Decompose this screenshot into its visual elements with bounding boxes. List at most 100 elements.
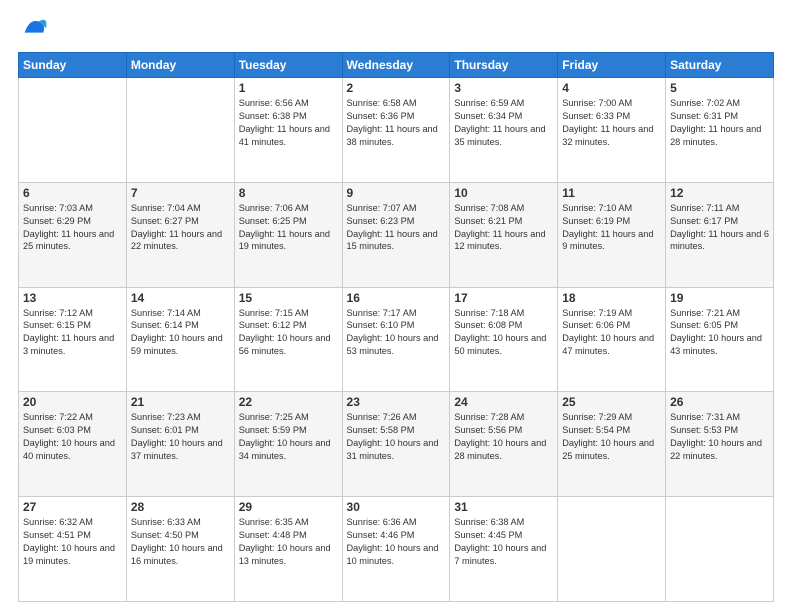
day-info: Sunrise: 7:22 AM Sunset: 6:03 PM Dayligh… (23, 411, 122, 463)
day-number: 21 (131, 395, 230, 409)
calendar-cell: 8Sunrise: 7:06 AM Sunset: 6:25 PM Daylig… (234, 182, 342, 287)
day-info: Sunrise: 7:12 AM Sunset: 6:15 PM Dayligh… (23, 307, 122, 359)
calendar-week-1: 1 Sunrise: 6:56 AM Sunset: 6:38 PM Daylig… (19, 78, 774, 183)
calendar-cell: 5Sunrise: 7:02 AM Sunset: 6:31 PM Daylig… (666, 78, 774, 183)
calendar-cell (558, 497, 666, 602)
day-number: 14 (131, 291, 230, 305)
day-info: Sunrise: 7:11 AM Sunset: 6:17 PM Dayligh… (670, 202, 769, 254)
calendar-cell: 10Sunrise: 7:08 AM Sunset: 6:21 PM Dayli… (450, 182, 558, 287)
day-number: 6 (23, 186, 122, 200)
day-info: Sunrise: 7:15 AM Sunset: 6:12 PM Dayligh… (239, 307, 338, 359)
day-header-saturday: Saturday (666, 53, 774, 78)
day-info: Sunrise: 7:18 AM Sunset: 6:08 PM Dayligh… (454, 307, 553, 359)
day-header-thursday: Thursday (450, 53, 558, 78)
day-number: 4 (562, 81, 661, 95)
calendar-cell: 24 Sunrise: 7:28 AM Sunset: 5:56 PM Dayli… (450, 392, 558, 497)
day-number: 17 (454, 291, 553, 305)
calendar-week-5: 27Sunrise: 6:32 AM Sunset: 4:51 PM Dayli… (19, 497, 774, 602)
day-info: Sunrise: 7:29 AM Sunset: 5:54 PM Dayligh… (562, 411, 661, 463)
calendar-cell: 20 Sunrise: 7:22 AM Sunset: 6:03 PM Dayli… (19, 392, 127, 497)
calendar-cell: 29Sunrise: 6:35 AM Sunset: 4:48 PM Dayli… (234, 497, 342, 602)
calendar-cell: 25 Sunrise: 7:29 AM Sunset: 5:54 PM Dayli… (558, 392, 666, 497)
day-info: Sunrise: 6:59 AM Sunset: 6:34 PM Dayligh… (454, 97, 553, 149)
calendar-header-row: SundayMondayTuesdayWednesdayThursdayFrid… (19, 53, 774, 78)
day-info: Sunrise: 7:14 AM Sunset: 6:14 PM Dayligh… (131, 307, 230, 359)
day-info: Sunrise: 6:33 AM Sunset: 4:50 PM Dayligh… (131, 516, 230, 568)
calendar-cell: 23 Sunrise: 7:26 AM Sunset: 5:58 PM Dayli… (342, 392, 450, 497)
day-number: 3 (454, 81, 553, 95)
day-number: 24 (454, 395, 553, 409)
day-number: 9 (347, 186, 446, 200)
calendar-cell: 4 Sunrise: 7:00 AM Sunset: 6:33 PM Daylig… (558, 78, 666, 183)
day-info: Sunrise: 7:26 AM Sunset: 5:58 PM Dayligh… (347, 411, 446, 463)
day-header-friday: Friday (558, 53, 666, 78)
calendar-cell: 3 Sunrise: 6:59 AM Sunset: 6:34 PM Daylig… (450, 78, 558, 183)
calendar-cell: 21 Sunrise: 7:23 AM Sunset: 6:01 PM Dayli… (126, 392, 234, 497)
day-info: Sunrise: 6:56 AM Sunset: 6:38 PM Dayligh… (239, 97, 338, 149)
day-number: 15 (239, 291, 338, 305)
day-number: 22 (239, 395, 338, 409)
day-number: 25 (562, 395, 661, 409)
calendar-table: SundayMondayTuesdayWednesdayThursdayFrid… (18, 52, 774, 602)
header (18, 18, 774, 42)
day-info: Sunrise: 6:35 AM Sunset: 4:48 PM Dayligh… (239, 516, 338, 568)
calendar-cell: 1 Sunrise: 6:56 AM Sunset: 6:38 PM Daylig… (234, 78, 342, 183)
day-number: 7 (131, 186, 230, 200)
calendar-cell: 19 Sunrise: 7:21 AM Sunset: 6:05 PM Dayli… (666, 287, 774, 392)
day-info: Sunrise: 7:21 AM Sunset: 6:05 PM Dayligh… (670, 307, 769, 359)
logo (18, 18, 48, 42)
day-info: Sunrise: 7:04 AM Sunset: 6:27 PM Dayligh… (131, 202, 230, 254)
day-number: 1 (239, 81, 338, 95)
day-info: Sunrise: 7:00 AM Sunset: 6:33 PM Dayligh… (562, 97, 661, 149)
day-number: 13 (23, 291, 122, 305)
calendar-cell: 28 Sunrise: 6:33 AM Sunset: 4:50 PM Dayli… (126, 497, 234, 602)
day-header-sunday: Sunday (19, 53, 127, 78)
calendar-cell (666, 497, 774, 602)
calendar-cell: 31Sunrise: 6:38 AM Sunset: 4:45 PM Dayli… (450, 497, 558, 602)
day-number: 23 (347, 395, 446, 409)
calendar-week-2: 6 Sunrise: 7:03 AM Sunset: 6:29 PM Daylig… (19, 182, 774, 287)
calendar-cell: 27Sunrise: 6:32 AM Sunset: 4:51 PM Dayli… (19, 497, 127, 602)
calendar-cell: 14 Sunrise: 7:14 AM Sunset: 6:14 PM Dayli… (126, 287, 234, 392)
day-number: 16 (347, 291, 446, 305)
day-header-wednesday: Wednesday (342, 53, 450, 78)
day-info: Sunrise: 7:25 AM Sunset: 5:59 PM Dayligh… (239, 411, 338, 463)
day-info: Sunrise: 6:58 AM Sunset: 6:36 PM Dayligh… (347, 97, 446, 149)
calendar-cell: 18 Sunrise: 7:19 AM Sunset: 6:06 PM Dayli… (558, 287, 666, 392)
day-number: 8 (239, 186, 338, 200)
calendar-cell: 15 Sunrise: 7:15 AM Sunset: 6:12 PM Dayli… (234, 287, 342, 392)
day-info: Sunrise: 7:03 AM Sunset: 6:29 PM Dayligh… (23, 202, 122, 254)
day-number: 11 (562, 186, 661, 200)
calendar-cell: 2 Sunrise: 6:58 AM Sunset: 6:36 PM Daylig… (342, 78, 450, 183)
calendar-cell (19, 78, 127, 183)
day-number: 28 (131, 500, 230, 514)
day-header-tuesday: Tuesday (234, 53, 342, 78)
day-number: 20 (23, 395, 122, 409)
day-number: 18 (562, 291, 661, 305)
calendar-cell: 17 Sunrise: 7:18 AM Sunset: 6:08 PM Dayli… (450, 287, 558, 392)
day-number: 12 (670, 186, 769, 200)
day-number: 19 (670, 291, 769, 305)
day-number: 31 (454, 500, 553, 514)
day-number: 30 (347, 500, 446, 514)
day-number: 2 (347, 81, 446, 95)
calendar-cell (126, 78, 234, 183)
page: SundayMondayTuesdayWednesdayThursdayFrid… (0, 0, 792, 612)
day-number: 5 (670, 81, 769, 95)
day-info: Sunrise: 6:36 AM Sunset: 4:46 PM Dayligh… (347, 516, 446, 568)
day-info: Sunrise: 7:19 AM Sunset: 6:06 PM Dayligh… (562, 307, 661, 359)
day-info: Sunrise: 7:17 AM Sunset: 6:10 PM Dayligh… (347, 307, 446, 359)
day-info: Sunrise: 7:28 AM Sunset: 5:56 PM Dayligh… (454, 411, 553, 463)
calendar-cell: 11Sunrise: 7:10 AM Sunset: 6:19 PM Dayli… (558, 182, 666, 287)
day-info: Sunrise: 7:07 AM Sunset: 6:23 PM Dayligh… (347, 202, 446, 254)
day-info: Sunrise: 7:08 AM Sunset: 6:21 PM Dayligh… (454, 202, 553, 254)
logo-icon (20, 14, 48, 42)
day-info: Sunrise: 7:23 AM Sunset: 6:01 PM Dayligh… (131, 411, 230, 463)
calendar-cell: 6 Sunrise: 7:03 AM Sunset: 6:29 PM Daylig… (19, 182, 127, 287)
day-header-monday: Monday (126, 53, 234, 78)
calendar-week-3: 13 Sunrise: 7:12 AM Sunset: 6:15 PM Dayli… (19, 287, 774, 392)
calendar-cell: 22 Sunrise: 7:25 AM Sunset: 5:59 PM Dayli… (234, 392, 342, 497)
calendar-cell: 30 Sunrise: 6:36 AM Sunset: 4:46 PM Dayli… (342, 497, 450, 602)
calendar-cell: 13 Sunrise: 7:12 AM Sunset: 6:15 PM Dayli… (19, 287, 127, 392)
calendar-cell: 16 Sunrise: 7:17 AM Sunset: 6:10 PM Dayli… (342, 287, 450, 392)
